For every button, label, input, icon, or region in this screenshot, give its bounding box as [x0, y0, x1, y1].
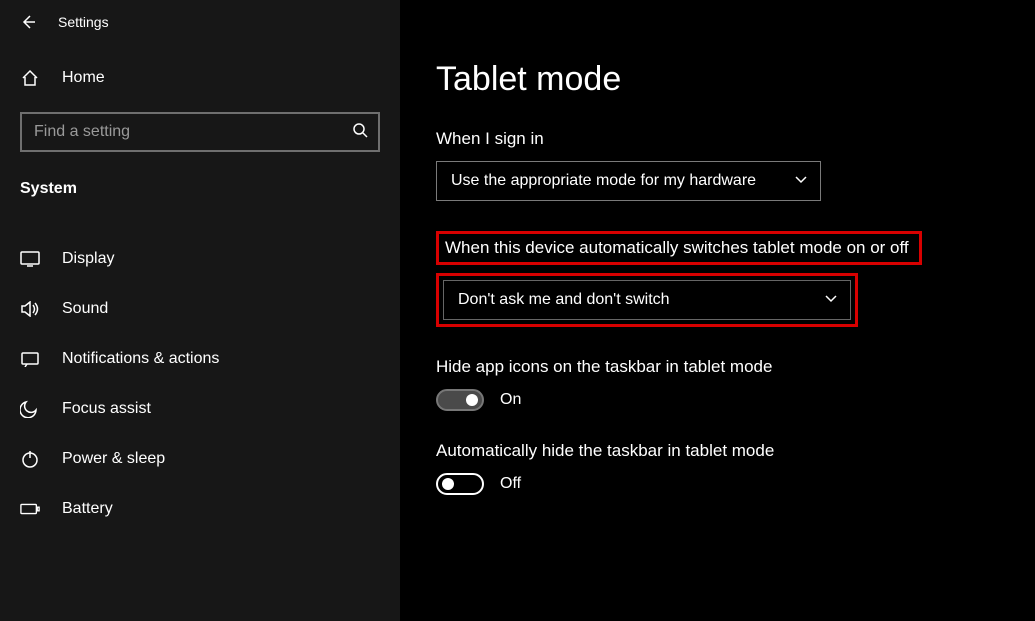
power-sleep-icon: [20, 450, 40, 468]
focus-assist-icon: [20, 400, 40, 418]
titlebar: Settings: [0, 14, 400, 54]
chevron-down-icon: [824, 291, 838, 309]
hide-taskbar-state: Off: [500, 475, 521, 493]
notifications-icon: [20, 351, 40, 367]
sidebar-item-display[interactable]: Display: [0, 234, 400, 284]
sidebar-item-label: Battery: [62, 500, 113, 518]
field-hide-icons: Hide app icons on the taskbar in tablet …: [436, 357, 1035, 411]
hide-icons-state: On: [500, 391, 521, 409]
hide-icons-toggle[interactable]: [436, 389, 484, 411]
field-hide-taskbar: Automatically hide the taskbar in tablet…: [436, 441, 1035, 495]
field-signin: When I sign in Use the appropriate mode …: [436, 129, 1035, 201]
sidebar-item-sound[interactable]: Sound: [0, 284, 400, 334]
display-icon: [20, 251, 40, 267]
sidebar-item-label: Power & sleep: [62, 450, 165, 468]
autoswitch-select[interactable]: Don't ask me and don't switch: [443, 280, 851, 320]
hide-taskbar-label: Automatically hide the taskbar in tablet…: [436, 441, 1035, 461]
sidebar-item-power-sleep[interactable]: Power & sleep: [0, 434, 400, 484]
back-icon[interactable]: [20, 14, 36, 30]
signin-label: When I sign in: [436, 129, 1035, 149]
sidebar-item-label: Display: [62, 250, 114, 268]
search-container: [0, 102, 400, 170]
chevron-down-icon: [794, 172, 808, 190]
sidebar-item-label: Notifications & actions: [62, 350, 219, 368]
page-title: Tablet mode: [436, 60, 1035, 99]
field-autoswitch: When this device automatically switches …: [436, 231, 1035, 327]
sidebar-item-notifications[interactable]: Notifications & actions: [0, 334, 400, 384]
autoswitch-label: When this device automatically switches …: [436, 231, 922, 265]
sidebar-item-label: Sound: [62, 300, 108, 318]
search-icon: [352, 122, 368, 142]
home-label: Home: [62, 69, 105, 87]
autoswitch-highlight: Don't ask me and don't switch: [436, 273, 858, 327]
main-content: Tablet mode When I sign in Use the appro…: [400, 0, 1035, 621]
search-input[interactable]: [34, 123, 335, 141]
signin-select[interactable]: Use the appropriate mode for my hardware: [436, 161, 821, 201]
autoswitch-value: Don't ask me and don't switch: [458, 291, 670, 309]
hide-icons-label: Hide app icons on the taskbar in tablet …: [436, 357, 1035, 377]
hide-taskbar-toggle[interactable]: [436, 473, 484, 495]
sidebar-item-focus-assist[interactable]: Focus assist: [0, 384, 400, 434]
sidebar-item-label: Focus assist: [62, 400, 151, 418]
sound-icon: [20, 301, 40, 317]
signin-value: Use the appropriate mode for my hardware: [451, 172, 756, 190]
search-input-wrap[interactable]: [20, 112, 380, 152]
battery-icon: [20, 503, 40, 515]
nav-list: Display Sound Notifications & actions Fo…: [0, 234, 400, 534]
section-heading: System: [0, 170, 400, 206]
sidebar-item-battery[interactable]: Battery: [0, 484, 400, 534]
home-icon: [20, 68, 40, 88]
sidebar: Settings Home System Display Sound: [0, 0, 400, 621]
home-button[interactable]: Home: [0, 54, 400, 102]
window-title: Settings: [58, 14, 109, 30]
